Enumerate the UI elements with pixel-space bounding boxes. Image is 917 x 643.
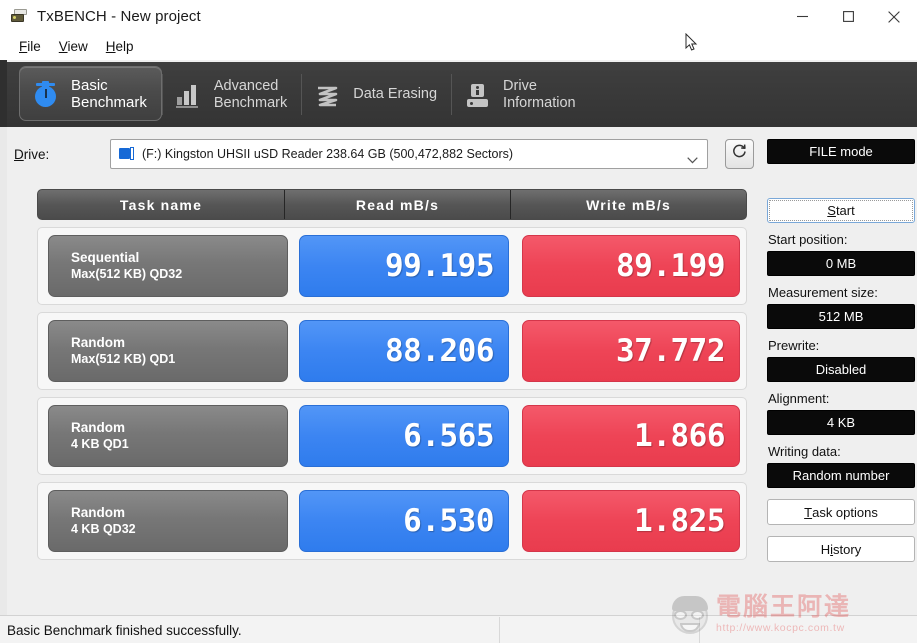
table-row[interactable]: Random 4 KB QD1 6.565 1.866	[37, 397, 747, 475]
task-name-line1: Random	[71, 334, 287, 351]
chevron-down-icon	[687, 151, 698, 169]
table-row[interactable]: Random Max(512 KB) QD1 88.206 37.772	[37, 312, 747, 390]
drive-select-value: (F:) Kingston UHSII uSD Reader 238.64 GB…	[142, 147, 513, 161]
writing-data-label: Writing data:	[768, 444, 917, 459]
txbench-window: TxBENCH - New project File View Help B	[0, 0, 917, 643]
drive-info-icon	[464, 79, 492, 111]
refresh-button[interactable]	[725, 139, 754, 169]
status-segment-3	[700, 617, 917, 643]
drive-select[interactable]: (F:) Kingston UHSII uSD Reader 238.64 GB…	[110, 139, 708, 169]
tab-drive-information[interactable]: Drive Information	[452, 62, 590, 127]
benchmark-results: Task name Read mB/s Write mB/s Sequentia…	[37, 189, 747, 560]
column-header-write: Write mB/s	[510, 190, 746, 219]
tab-data-erasing-label: Data Erasing	[353, 86, 437, 103]
tab-advanced-benchmark-label: Advanced Benchmark	[214, 78, 287, 112]
task-name-line1: Random	[71, 504, 287, 521]
main-content: Drive: (F:) Kingston UHSII uSD Reader 23…	[7, 127, 917, 615]
alignment-label: Alignment:	[768, 391, 917, 406]
stopwatch-icon	[32, 78, 60, 110]
tab-bar: Basic Benchmark Advanced Benchmark Data …	[7, 62, 917, 127]
tab-basic-benchmark[interactable]: Basic Benchmark	[19, 66, 162, 121]
read-value: 6.565	[299, 405, 509, 467]
column-header-read: Read mB/s	[284, 190, 510, 219]
start-position-value[interactable]: 0 MB	[767, 251, 915, 276]
txbench-app-icon	[11, 9, 28, 24]
writing-data-value[interactable]: Random number	[767, 463, 915, 488]
task-name-cell: Random 4 KB QD32	[48, 490, 288, 552]
task-name-cell: Random 4 KB QD1	[48, 405, 288, 467]
usb-drive-icon	[119, 147, 135, 161]
status-bar: Basic Benchmark finished successfully.	[0, 615, 917, 643]
window-left-edge-lower	[0, 127, 7, 615]
file-mode-button[interactable]: FILE mode	[767, 139, 915, 164]
table-row[interactable]: Sequential Max(512 KB) QD32 99.195 89.19…	[37, 227, 747, 305]
task-name-line2: 4 KB QD1	[71, 436, 287, 453]
window-controls	[779, 0, 917, 33]
tab-data-erasing[interactable]: Data Erasing	[302, 62, 451, 127]
tab-basic-benchmark-label: Basic Benchmark	[71, 77, 147, 111]
bar-chart-icon	[175, 79, 203, 111]
menu-item-help[interactable]: Help	[97, 36, 143, 57]
task-name-cell: Sequential Max(512 KB) QD32	[48, 235, 288, 297]
prewrite-label: Prewrite:	[768, 338, 917, 353]
write-value: 1.866	[522, 405, 740, 467]
task-name-cell: Random Max(512 KB) QD1	[48, 320, 288, 382]
column-header-task-name: Task name	[38, 190, 284, 219]
tab-advanced-benchmark[interactable]: Advanced Benchmark	[163, 62, 301, 127]
start-button[interactable]: Start	[767, 198, 915, 223]
start-position-label: Start position:	[768, 232, 917, 247]
read-value: 99.195	[299, 235, 509, 297]
write-value: 1.825	[522, 490, 740, 552]
menu-bar: File View Help	[0, 33, 917, 60]
minimize-button[interactable]	[779, 0, 825, 33]
task-name-line2: Max(512 KB) QD32	[71, 266, 287, 283]
write-value: 37.772	[522, 320, 740, 382]
drive-label: Drive:	[14, 147, 49, 162]
measurement-size-label: Measurement size:	[768, 285, 917, 300]
alignment-value[interactable]: 4 KB	[767, 410, 915, 435]
title-bar: TxBENCH - New project	[0, 0, 917, 33]
task-name-line2: Max(512 KB) QD1	[71, 351, 287, 368]
measurement-size-value[interactable]: 512 MB	[767, 304, 915, 329]
task-options-button[interactable]: Task options	[767, 499, 915, 525]
read-value: 6.530	[299, 490, 509, 552]
results-header: Task name Read mB/s Write mB/s	[37, 189, 747, 220]
window-title: TxBENCH - New project	[37, 8, 201, 25]
write-value: 89.199	[522, 235, 740, 297]
table-row[interactable]: Random 4 KB QD32 6.530 1.825	[37, 482, 747, 560]
status-message: Basic Benchmark finished successfully.	[0, 617, 500, 643]
task-name-line1: Random	[71, 419, 287, 436]
eraser-waves-icon	[314, 79, 342, 111]
tab-drive-information-label: Drive Information	[503, 78, 576, 112]
history-button[interactable]: History	[767, 536, 915, 562]
prewrite-value[interactable]: Disabled	[767, 357, 915, 382]
task-name-line1: Sequential	[71, 249, 287, 266]
menu-item-file[interactable]: File	[10, 36, 50, 57]
status-segment-2	[500, 617, 700, 643]
read-value: 88.206	[299, 320, 509, 382]
refresh-icon	[731, 143, 748, 165]
menu-item-view[interactable]: View	[50, 36, 97, 57]
maximize-button[interactable]	[825, 0, 871, 33]
task-name-line2: 4 KB QD32	[71, 521, 287, 538]
settings-sidebar: FILE mode Start Start position: 0 MB Mea…	[767, 139, 917, 562]
close-button[interactable]	[871, 0, 917, 33]
